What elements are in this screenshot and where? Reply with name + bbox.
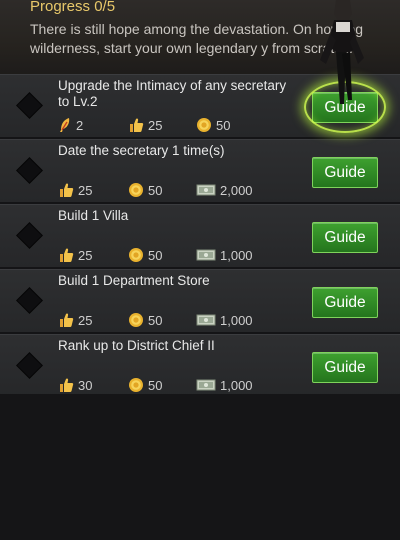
reward-amount: 25 [148,117,163,133]
reward-item: 50 [196,116,230,134]
guide-button[interactable]: Guide [312,287,378,318]
reward-amount: 1,000 [220,312,253,328]
reward-amount: 50 [148,182,163,198]
reward-amount: 50 [148,377,163,393]
guide-button[interactable]: Guide [312,222,378,253]
task-list: Upgrade the Intimacy of any secretary to… [0,74,400,399]
character-figure [320,0,364,104]
reward-amount: 1,000 [220,377,253,393]
task-title: Build 1 Department Store [58,273,210,288]
gold-coin-icon [196,117,216,133]
task-row: Build 1 Department Store 25 50 1,000 Guide [0,269,400,332]
task-diamond-icon [16,222,43,249]
task-diamond-icon [16,157,43,184]
reward-item: 30 [58,376,92,394]
task-row: Rank up to District Chief II 30 50 1,000 Gui… [0,334,400,397]
thumbs-up-icon [58,182,78,198]
guide-button[interactable]: Guide [312,157,378,188]
reward-item: 50 [128,181,162,199]
thumbs-up-icon [128,117,148,133]
reward-amount: 25 [78,182,93,198]
reward-amount: 2 [76,117,84,133]
reward-item: 1,000 [196,376,253,394]
reward-item: 2 [58,116,83,134]
thumbs-up-icon [58,312,78,328]
cash-icon [196,183,220,197]
reward-amount: 30 [78,377,93,393]
reward-amount: 2,000 [220,182,253,198]
reward-amount: 50 [216,117,231,133]
gold-coin-icon [128,377,148,393]
thumbs-up-icon [58,247,78,263]
task-title: Date the secretary 1 time(s) [58,143,225,158]
reward-item: 1,000 [196,246,253,264]
cash-icon [196,313,220,327]
gold-coin-icon [128,312,148,328]
thumbs-up-icon [58,377,78,393]
reward-item: 25 [58,181,92,199]
reward-item: 25 [58,246,92,264]
task-title: Build 1 Villa [58,208,129,223]
reward-amount: 1,000 [220,247,253,263]
reward-item: 50 [128,311,162,329]
feather-icon [58,117,76,133]
task-diamond-icon [16,352,43,379]
reward-amount: 25 [78,312,93,328]
cash-icon [196,378,220,392]
gold-coin-icon [128,182,148,198]
task-diamond-icon [16,92,43,119]
reward-item: 2,000 [196,181,253,199]
progress-title: Progress 0/5 [30,0,116,15]
task-title: Upgrade the Intimacy of any secretary to… [58,78,287,109]
guide-button[interactable]: Guide [312,352,378,383]
reward-amount: 50 [148,247,163,263]
task-diamond-icon [16,287,43,314]
task-title: Rank up to District Chief II [58,338,215,353]
reward-amount: 25 [78,247,93,263]
cash-icon [196,248,220,262]
reward-item: 25 [128,116,162,134]
empty-area [0,394,400,540]
reward-item: 50 [128,246,162,264]
reward-item: 1,000 [196,311,253,329]
reward-item: 25 [58,311,92,329]
reward-amount: 50 [148,312,163,328]
task-row: Date the secretary 1 time(s) 25 50 2,000 Gui… [0,139,400,202]
gold-coin-icon [128,247,148,263]
task-row: Build 1 Villa 25 50 1,000 Guide [0,204,400,267]
reward-item: 50 [128,376,162,394]
